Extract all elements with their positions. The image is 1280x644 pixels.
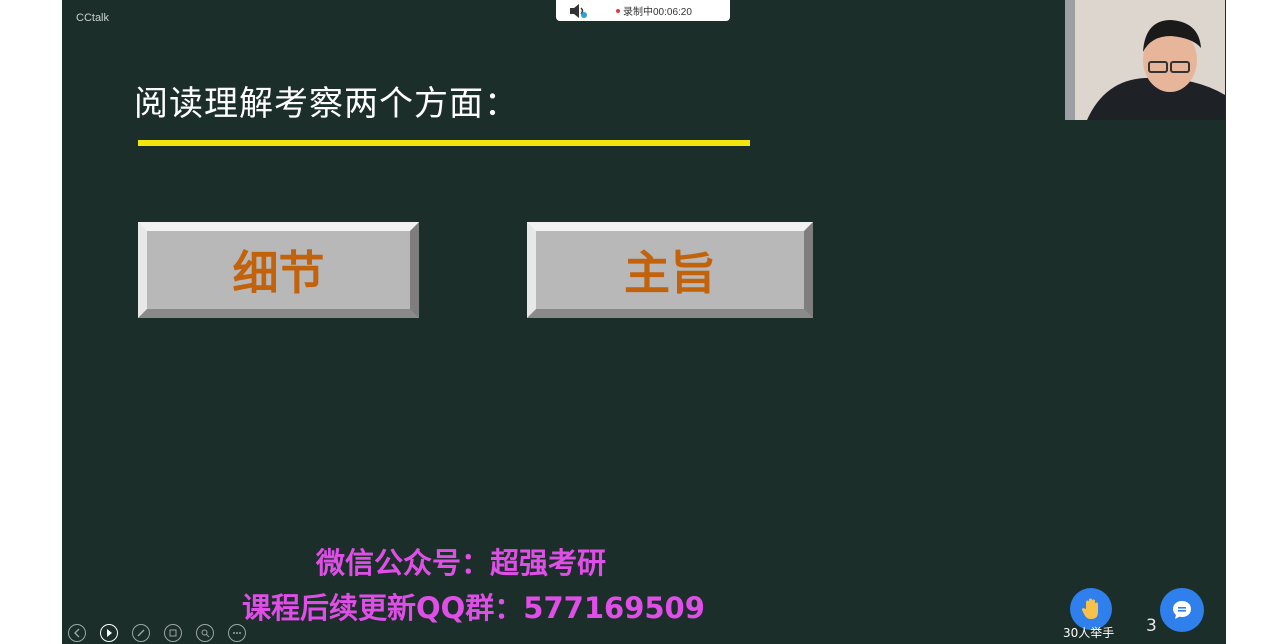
next-icon[interactable] bbox=[100, 624, 118, 642]
app-name: CCtalk bbox=[76, 12, 110, 24]
recording-bar[interactable]: 录制中00:06:20 bbox=[556, 0, 730, 21]
page-number: 3 bbox=[1146, 616, 1157, 636]
prev-icon[interactable] bbox=[68, 624, 86, 642]
speaker-icon[interactable] bbox=[568, 3, 588, 19]
slide-heading: 阅读理解考察两个方面： bbox=[134, 84, 519, 124]
slide-toolbar bbox=[68, 624, 246, 642]
chat-button[interactable] bbox=[1160, 588, 1204, 632]
chat-icon bbox=[1173, 601, 1191, 619]
raise-hand-count: 30人举手 bbox=[1063, 626, 1115, 640]
detail-button[interactable]: 细节 bbox=[138, 222, 419, 318]
main-idea-button[interactable]: 主旨 bbox=[527, 222, 813, 318]
webcam-video bbox=[1065, 0, 1225, 120]
zoom-icon[interactable] bbox=[196, 624, 214, 642]
layers-icon[interactable] bbox=[164, 624, 182, 642]
hand-icon bbox=[1081, 598, 1098, 619]
more-icon[interactable] bbox=[228, 624, 246, 642]
recording-status: 录制中00:06:20 bbox=[623, 7, 692, 18]
pen-icon[interactable] bbox=[132, 624, 150, 642]
recording-dot bbox=[616, 8, 620, 13]
slide-canvas: CCtalk 录制中00:06:20 阅读理解考察两个方面： 细节 主旨 微信公… bbox=[62, 0, 1226, 644]
promo-wechat: 微信公众号：超强考研 bbox=[316, 546, 607, 580]
heading-underline bbox=[138, 140, 750, 146]
promo-qq-group: 课程后续更新QQ群：577169509 bbox=[242, 591, 705, 625]
